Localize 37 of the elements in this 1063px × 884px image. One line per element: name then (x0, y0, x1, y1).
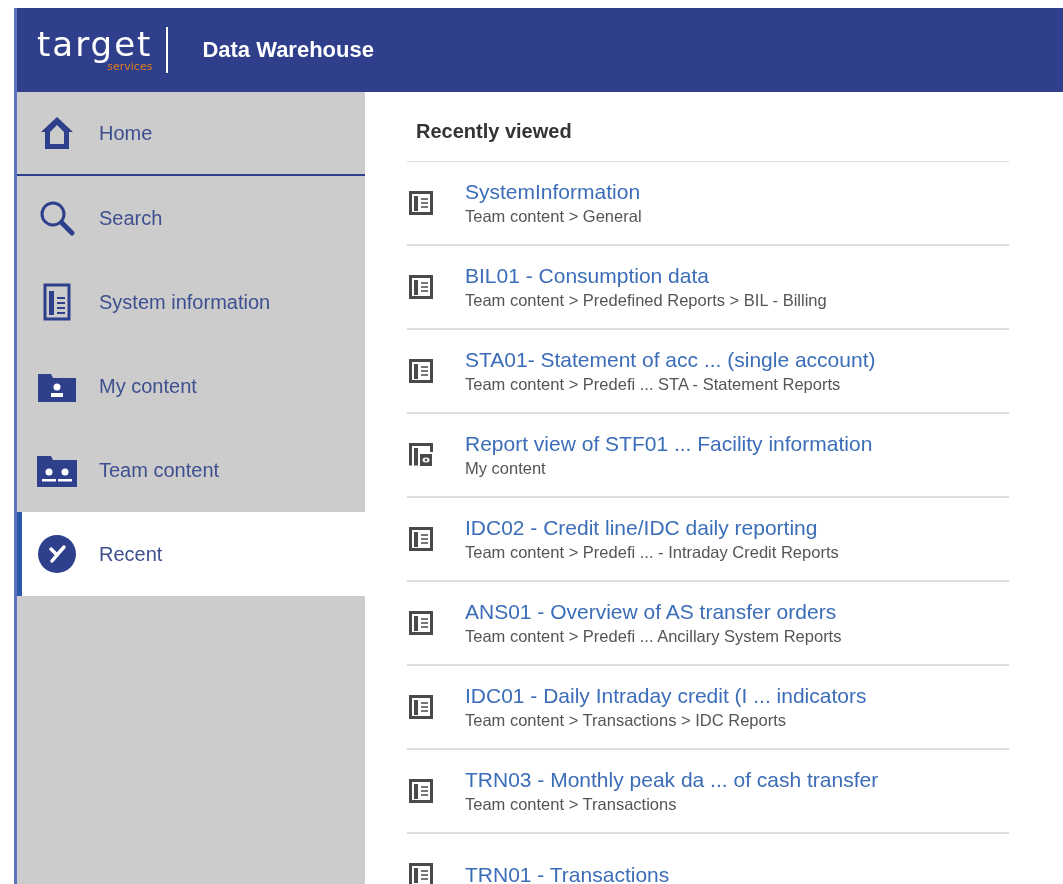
report-path: My content (465, 458, 547, 479)
report-link[interactable]: IDC01 - Daily Intraday credit (I ... indicators (465, 683, 867, 709)
clock-icon (37, 534, 77, 574)
report-path: Team content > General (465, 206, 642, 227)
app-title: Data Warehouse (202, 37, 374, 63)
report-icon (409, 275, 433, 299)
report-link[interactable]: TRN01 - Transactions (465, 862, 670, 884)
report-icon (409, 779, 433, 803)
report-path: Team content > Predefi ... STA - Statement Reports (465, 374, 842, 395)
report-path: Team content > Predefi ... - Intraday Credit Reports (465, 542, 839, 563)
report-view-icon (409, 443, 433, 467)
report-path: Team content > Predefined Reports > BIL - Billing (465, 290, 827, 311)
report-icon (409, 695, 433, 719)
report-link[interactable]: STA01- Statement of acc ... (single account) (465, 347, 876, 373)
report-link[interactable]: BIL01 - Consumption data (465, 263, 827, 289)
report-link[interactable]: SystemInformation (465, 179, 642, 205)
sidebar-item[interactable]: My content (17, 344, 365, 428)
report-link[interactable]: ANS01 - Overview of AS transfer orders (465, 599, 842, 625)
section-heading: Recently viewed (415, 120, 573, 143)
logo-wordmark: target (37, 27, 153, 61)
report-link[interactable]: IDC02 - Credit line/IDC daily reporting (465, 515, 839, 541)
report-icon (409, 527, 433, 551)
report-icon (409, 863, 433, 884)
sidebar-item[interactable]: Team content (17, 428, 365, 512)
report-icon (409, 359, 433, 383)
report-path: Team content > Transactions (465, 794, 678, 815)
report-icon (409, 191, 433, 215)
sidebar-item[interactable]: Search (17, 176, 365, 260)
sidebar-item[interactable]: Home (17, 92, 365, 176)
report-link[interactable]: TRN03 - Monthly peak da ... of cash transfer (465, 767, 879, 793)
report-path: Team content > Transactions > IDC Reports (465, 710, 787, 731)
logo-subtitle: services (107, 61, 153, 73)
report-path: Team content > Predefi ... Ancillary System Reports (465, 626, 842, 647)
report-icon (409, 611, 433, 635)
sidebar-item[interactable]: System information (17, 260, 365, 344)
sidebar-item[interactable]: Recent (17, 512, 365, 596)
report-link[interactable]: Report view of STF01 ... Facility information (465, 431, 873, 457)
